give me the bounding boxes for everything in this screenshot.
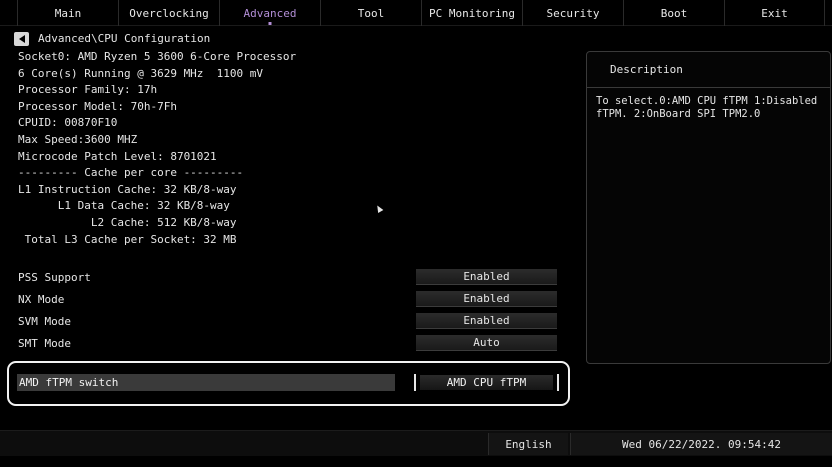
info-line: Socket0: AMD Ryzen 5 3600 6-Core Process… (18, 50, 297, 63)
setting-value-dropdown[interactable]: Enabled (416, 269, 557, 285)
back-arrow-icon[interactable] (14, 31, 29, 46)
setting-label-amd-ftpm-switch[interactable]: AMD fTPM switch (17, 374, 395, 391)
info-line: --------- Cache per core --------- (18, 166, 244, 180)
language-selector[interactable]: English (488, 433, 568, 455)
setting-row-pss-support[interactable]: PSS Support Enabled (18, 268, 558, 286)
info-line: L1 Instruction Cache: 32 KB/8-way (18, 182, 237, 196)
description-panel: Description To select.0:AMD CPU fTPM 1:D… (586, 51, 831, 364)
info-line: L1 Data Cache: 32 KB/8-way (18, 199, 230, 213)
tab-pc-monitoring[interactable]: PC Monitoring (421, 0, 522, 26)
info-line: Microcode Patch Level: 8701021 (18, 149, 217, 163)
setting-value-dropdown[interactable]: Enabled (416, 313, 557, 329)
tab-main[interactable]: Main (17, 0, 118, 26)
setting-value-dropdown[interactable]: Enabled (416, 291, 557, 307)
datetime-display: Wed 06/22/2022. 09:54:42 (570, 433, 832, 455)
breadcrumb-text: Advanced\CPU Configuration (38, 32, 211, 45)
tab-label: PC Monitoring (428, 6, 516, 20)
setting-value-dropdown-ftpm[interactable]: AMD CPU fTPM (414, 374, 559, 391)
tab-label: Tool (357, 6, 385, 20)
top-menu-bar: Main Overclocking Advanced Tool PC Monit… (0, 0, 832, 26)
tab-label: Advanced (243, 6, 297, 20)
tab-label: Boot (660, 6, 688, 20)
tab-label: Exit (761, 6, 788, 20)
setting-row-nx-mode[interactable]: NX Mode Enabled (18, 290, 558, 308)
info-line: Total L3 Cache per Socket: 32 MB (18, 232, 237, 246)
description-text: To select.0:AMD CPU fTPM 1:Disabled fTPM… (596, 95, 818, 120)
setting-label[interactable]: NX Mode (18, 293, 416, 306)
setting-label[interactable]: SVM Mode (18, 315, 416, 328)
cpu-info-block: Socket0: AMD Ryzen 5 3600 6-Core Process… (18, 49, 398, 248)
description-title: Description (587, 52, 830, 88)
tab-security[interactable]: Security (522, 0, 623, 26)
setting-label[interactable]: PSS Support (18, 271, 416, 284)
info-line: 6 Core(s) Running @ 3629 MHz 1100 mV (18, 66, 264, 80)
info-line: L2 Cache: 512 KB/8-way (18, 215, 237, 229)
setting-value-dropdown[interactable]: Auto (416, 335, 557, 351)
breadcrumb: Advanced\CPU Configuration (14, 31, 210, 46)
info-line: Processor Model: 70h-7Fh (18, 99, 177, 113)
tab-overclocking[interactable]: Overclocking (118, 0, 219, 26)
info-line: CPUID: 00870F10 (18, 116, 118, 130)
setting-row-smt-mode[interactable]: SMT Mode Auto (18, 334, 558, 352)
info-line: Max Speed:3600 MHZ (18, 132, 138, 146)
setting-label[interactable]: SMT Mode (18, 337, 416, 350)
tab-tool[interactable]: Tool (320, 0, 421, 26)
footer-bar: English Wed 06/22/2022. 09:54:42 (0, 430, 832, 456)
tab-label: Overclocking (129, 6, 209, 20)
tab-boot[interactable]: Boot (623, 0, 724, 26)
tab-label: Security (546, 6, 600, 20)
tab-label: Main (54, 6, 82, 20)
info-line: Processor Family: 17h (18, 83, 158, 97)
setting-value-text: AMD CPU fTPM (446, 376, 527, 389)
tab-advanced[interactable]: Advanced (219, 0, 320, 26)
tab-exit[interactable]: Exit (724, 0, 825, 26)
setting-row-svm-mode[interactable]: SVM Mode Enabled (18, 312, 558, 330)
